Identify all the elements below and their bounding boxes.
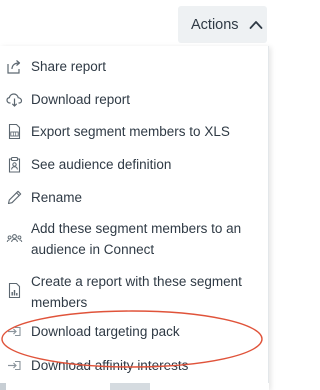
group-icon — [6, 230, 23, 247]
menu-item-label: Share report — [31, 59, 107, 74]
audience-clipboard-icon — [6, 156, 23, 173]
actions-dropdown-menu: Share report Download report Export segm… — [0, 46, 269, 390]
menu-item-label: Add these segment members to an audience… — [31, 221, 242, 257]
download-arrow-icon — [6, 357, 23, 374]
menu-item-share-report[interactable]: Share report — [0, 56, 268, 78]
download-arrow-icon — [6, 323, 23, 340]
actions-button[interactable]: Actions — [178, 6, 267, 43]
menu-item-label: Export segment members to XLS — [31, 124, 230, 139]
menu-item-create-report[interactable]: Create a report with these segment membe… — [0, 271, 268, 315]
menu-item-label: Download report — [31, 92, 131, 107]
page-content-fragment — [110, 383, 150, 390]
menu-item-download-report[interactable]: Download report — [0, 89, 268, 111]
page-content-peek — [0, 383, 269, 390]
pencil-icon — [6, 189, 23, 206]
menu-item-label: Rename — [31, 190, 83, 205]
cloud-download-icon — [6, 91, 23, 108]
menu-item-label: Download affinity interests — [31, 358, 189, 373]
menu-item-see-audience-definition[interactable]: See audience definition — [0, 154, 268, 176]
chevron-up-icon — [249, 18, 263, 32]
report-file-icon — [6, 282, 23, 299]
actions-menu-screen: Actions Share report Download report Exp… — [0, 0, 273, 390]
menu-item-rename[interactable]: Rename — [0, 187, 268, 209]
menu-item-add-to-audience[interactable]: Add these segment members to an audience… — [0, 218, 268, 262]
actions-button-label: Actions — [191, 16, 239, 33]
menu-item-label: See audience definition — [31, 157, 172, 172]
menu-item-label: Create a report with these segment membe… — [31, 274, 242, 310]
xls-file-icon — [6, 123, 23, 140]
menu-item-download-affinity-interests[interactable]: Download affinity interests — [0, 355, 268, 377]
share-icon — [6, 58, 23, 75]
page-content-edge — [0, 383, 6, 390]
menu-item-label: Download targeting pack — [31, 324, 180, 339]
menu-item-download-targeting-pack[interactable]: Download targeting pack — [0, 321, 268, 343]
menu-item-export-xls[interactable]: Export segment members to XLS — [0, 121, 268, 143]
